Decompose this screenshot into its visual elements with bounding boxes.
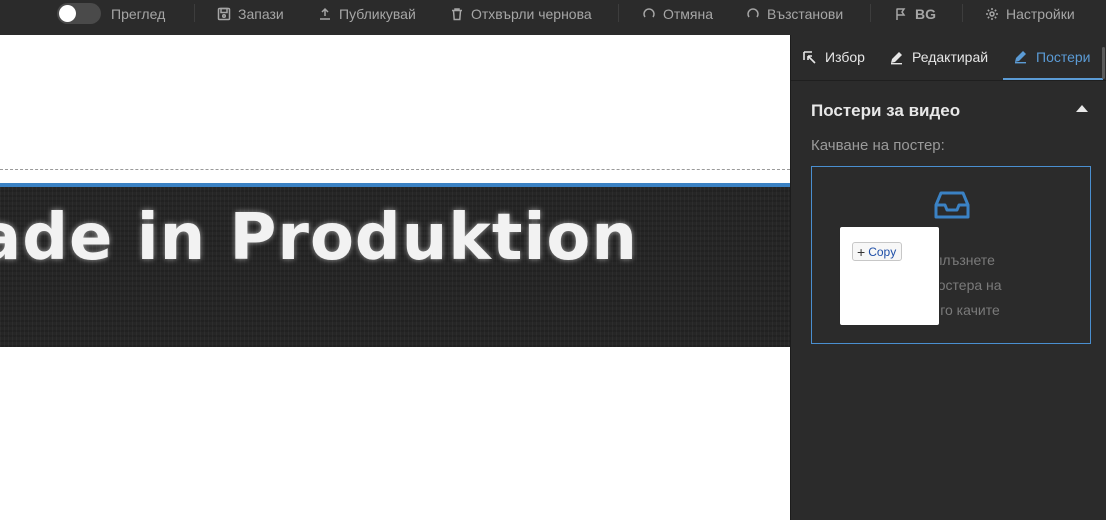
settings-button[interactable]: Настройки (985, 0, 1075, 27)
gear-icon (986, 7, 998, 20)
tab-posters[interactable]: Постери (1003, 35, 1103, 80)
tab-posters-label: Постери (1036, 48, 1091, 65)
drag-preview: + Copy (839, 226, 940, 326)
plus-icon: + (857, 243, 866, 260)
preview-toggle[interactable] (57, 3, 101, 24)
settings-label: Настройки (1006, 5, 1075, 22)
tab-select[interactable]: Избор (802, 35, 865, 79)
section-divider (0, 169, 790, 170)
trash-icon (452, 7, 462, 20)
save-label: Запази (238, 5, 284, 22)
redo-button[interactable]: Възстанови (746, 0, 843, 27)
tab-edit-label: Редактирай (912, 49, 989, 65)
redo-label: Възстанови (767, 5, 844, 22)
toolbar-divider (962, 4, 963, 22)
select-cursor-icon (803, 50, 816, 64)
discard-label: Отхвърли чернова (471, 5, 592, 22)
publish-button[interactable]: Публикувай (318, 0, 416, 27)
undo-label: Отмяна (663, 5, 714, 22)
tab-select-label: Избор (825, 49, 865, 65)
inbox-icon (934, 191, 970, 219)
toolbar-divider (870, 4, 871, 22)
flag-icon (896, 7, 906, 20)
toolbar-divider (618, 4, 619, 22)
editor-canvas[interactable]: ade in Produktion (0, 35, 790, 520)
discard-draft-button[interactable]: Отхвърли чернова (450, 0, 592, 27)
publish-label: Публикувай (339, 5, 416, 22)
toggle-knob (59, 5, 76, 22)
preview-label-text: Преглед (111, 5, 166, 22)
save-icon (217, 7, 231, 20)
copy-badge: + Copy (852, 242, 903, 261)
save-button[interactable]: Запази (217, 0, 284, 27)
undo-icon (643, 7, 655, 17)
upload-label: Качване на постер: (811, 137, 945, 154)
section-title: Постери за видео (811, 101, 961, 120)
scrollbar[interactable] (1102, 47, 1105, 79)
panel-tabs: Избор Редактирай Постери (791, 35, 1106, 81)
properties-panel: Избор Редактирай Постери Постери за виде… (790, 35, 1106, 520)
redo-icon (747, 7, 759, 17)
upload-icon (320, 7, 330, 20)
pencil-icon (1015, 51, 1026, 64)
undo-button[interactable]: Отмяна (642, 0, 713, 27)
top-toolbar: Преглед Запази Публикувай Отхвърли черно… (0, 0, 1106, 35)
collapse-caret-icon[interactable] (1076, 105, 1088, 112)
hero-text: ade in Produktion (0, 201, 638, 275)
copy-label: Copy (868, 244, 897, 259)
toolbar-divider (194, 4, 195, 22)
language-label: BG (915, 5, 936, 22)
pencil-icon (891, 51, 902, 64)
hero-banner[interactable]: ade in Produktion (0, 183, 790, 347)
language-button[interactable]: BG (894, 0, 936, 27)
tab-edit[interactable]: Редактирай (889, 35, 988, 79)
preview-label[interactable]: Преглед (111, 0, 165, 27)
